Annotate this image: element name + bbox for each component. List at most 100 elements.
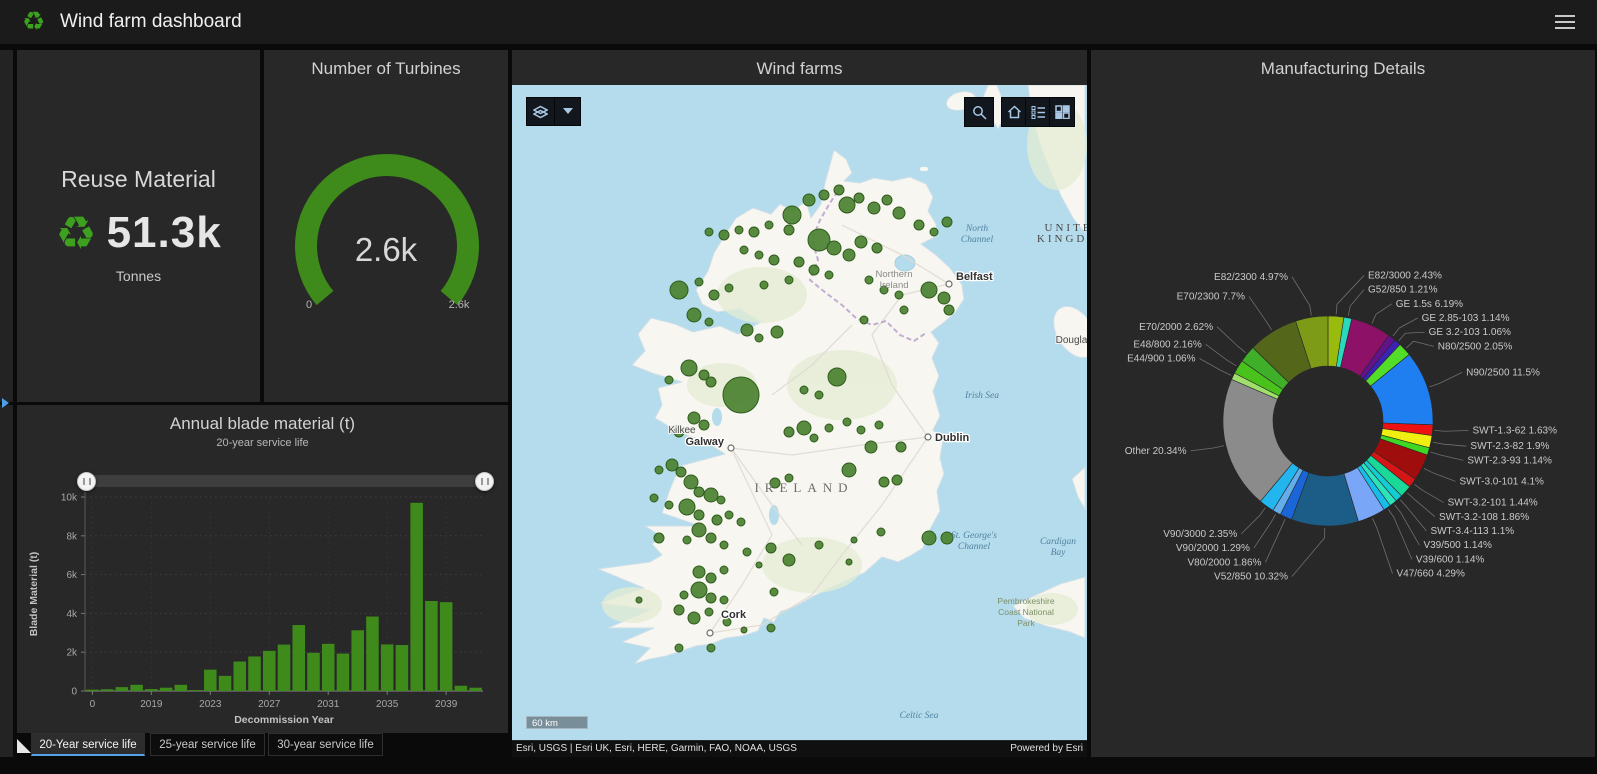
wind-farm-bubble[interactable] [845, 558, 853, 566]
wind-farm-bubble[interactable] [736, 517, 746, 527]
wind-farm-bubble[interactable] [680, 359, 698, 377]
map-canvas[interactable]: North Channel Irish Sea St. George's Channel… [512, 85, 1087, 740]
bar-2016[interactable] [100, 689, 114, 691]
wind-farm-bubble[interactable] [705, 532, 717, 544]
basemap-gallery-button[interactable] [1049, 97, 1075, 127]
bar-2041[interactable] [469, 687, 482, 691]
hamburger-menu-button[interactable] [1555, 15, 1575, 29]
wind-farm-bubble[interactable] [769, 587, 779, 597]
wind-farm-bubble[interactable] [941, 216, 953, 228]
wind-farm-bubble[interactable] [706, 643, 716, 653]
wind-farm-bubble[interactable] [703, 487, 719, 503]
wind-farm-bubble[interactable] [705, 376, 717, 388]
wind-farm-bubble[interactable] [943, 304, 955, 316]
wind-farm-bubble[interactable] [687, 411, 701, 425]
bar-2040[interactable] [454, 685, 468, 691]
wind-farm-bubble[interactable] [683, 474, 699, 490]
wind-farm-bubble[interactable] [649, 493, 659, 503]
bar-2033[interactable] [351, 630, 364, 691]
wind-farm-bubble[interactable] [838, 196, 856, 214]
wind-farm-bubble[interactable] [742, 547, 752, 557]
wind-farm-bubble[interactable] [694, 277, 704, 287]
wind-farm-bubble[interactable] [921, 530, 937, 546]
bar-2025[interactable] [233, 661, 247, 691]
wind-farm-bubble[interactable] [724, 283, 734, 293]
wind-farm-bubble[interactable] [682, 535, 692, 545]
wind-farm-bubble[interactable] [704, 227, 714, 237]
wind-farm-bubble[interactable] [686, 307, 702, 323]
wind-farm-bubble[interactable] [704, 317, 714, 327]
wind-farm-bubble[interactable] [704, 607, 714, 617]
wind-farm-bubble[interactable] [827, 367, 847, 387]
wind-farm-bubble[interactable] [881, 194, 893, 206]
panel-expander-chevron-right-icon[interactable] [2, 398, 9, 408]
wind-farm-bubble[interactable] [802, 193, 816, 207]
wind-farm-bubble[interactable] [878, 476, 890, 488]
wind-farm-bubble[interactable] [768, 254, 780, 266]
wind-farm-bubble[interactable] [929, 227, 939, 237]
basemap-button[interactable] [526, 97, 555, 126]
wind-farm-bubble[interactable] [793, 256, 805, 268]
bar-0[interactable] [86, 689, 99, 691]
wind-farm-bubble[interactable] [814, 390, 824, 400]
powered-by-esri[interactable]: Powered by Esri [1010, 741, 1083, 757]
bar-2026[interactable] [248, 656, 261, 691]
tab-20-year-service-life[interactable]: 20-Year service life [31, 733, 145, 756]
wind-farm-bubble[interactable] [754, 333, 764, 343]
wind-farm-bubble[interactable] [842, 417, 852, 427]
wind-farm-bubble[interactable] [716, 495, 726, 505]
wind-farm-bubble[interactable] [692, 565, 706, 579]
bar-2021[interactable] [174, 684, 188, 691]
wind-farm-bubble[interactable] [920, 281, 938, 299]
wind-farm-bubble[interactable] [876, 527, 886, 537]
wind-farm-bubble[interactable] [842, 248, 856, 262]
wind-farm-bubble[interactable] [937, 291, 951, 305]
wind-farm-bubble[interactable] [754, 250, 764, 260]
bar-2036[interactable] [395, 645, 409, 691]
wind-farm-bubble[interactable] [895, 441, 907, 453]
wind-farm-bubble[interactable] [705, 572, 717, 584]
wind-farm-bubble[interactable] [719, 540, 729, 550]
wind-farm-bubble[interactable] [664, 500, 674, 510]
wind-farm-bubble[interactable] [854, 235, 868, 249]
wind-farm-bubble[interactable] [856, 425, 866, 435]
wind-farm-bubble[interactable] [853, 192, 865, 204]
bar-2027[interactable] [262, 650, 276, 691]
wind-farm-bubble[interactable] [675, 466, 687, 478]
wind-farm-bubble[interactable] [766, 623, 776, 633]
wind-farm-bubble[interactable] [899, 305, 909, 315]
bar-2038[interactable] [425, 600, 438, 691]
wind-farm-bubble[interactable] [764, 220, 774, 230]
wind-farm-bubble[interactable] [913, 219, 925, 231]
wind-farm-bubble[interactable] [783, 426, 795, 438]
wind-farm-bubble[interactable] [722, 376, 760, 414]
wind-farm-bubble[interactable] [691, 522, 707, 538]
wind-farm-bubble[interactable] [711, 514, 723, 526]
wind-farm-bubble[interactable] [808, 264, 820, 276]
wind-farm-bubble[interactable] [874, 420, 884, 430]
wind-farm-bubble[interactable] [678, 498, 696, 516]
bar-2018[interactable] [130, 684, 143, 691]
bar-2039[interactable] [439, 602, 453, 691]
wind-farm-bubble[interactable] [664, 375, 674, 385]
bar-2035[interactable] [380, 644, 394, 691]
basemap-dropdown-button[interactable] [554, 97, 581, 126]
wind-farm-bubble[interactable] [734, 225, 744, 235]
tab-25-year-service-life[interactable]: 25-year service life [150, 733, 265, 756]
wind-farm-bubble[interactable] [783, 224, 795, 236]
wind-farm-bubble[interactable] [679, 590, 689, 600]
bar-2031[interactable] [321, 643, 335, 691]
wind-farm-bubble[interactable] [782, 205, 802, 225]
bar-2017[interactable] [115, 687, 129, 691]
search-button[interactable] [964, 97, 994, 127]
wind-farm-bubble[interactable] [690, 581, 708, 599]
wind-farm-bubble[interactable] [635, 596, 643, 604]
wind-farm-bubble[interactable] [674, 643, 684, 653]
wind-farm-bubble[interactable] [864, 275, 874, 285]
bar-2023[interactable] [204, 669, 217, 691]
wind-farm-bubble[interactable] [770, 325, 784, 339]
wind-farm-bubble[interactable] [892, 206, 906, 220]
wind-farm-bubble[interactable] [719, 595, 729, 605]
wind-farm-bubble[interactable] [891, 474, 903, 486]
bar-2037[interactable] [410, 502, 423, 691]
